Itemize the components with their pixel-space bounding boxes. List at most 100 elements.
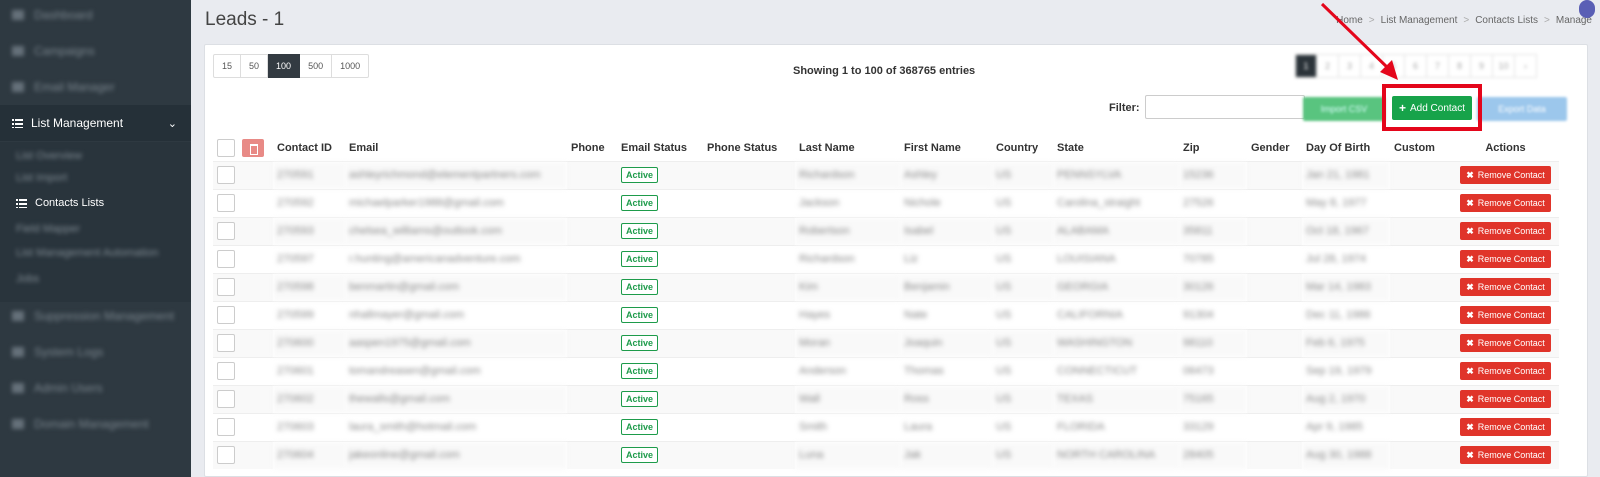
remove-contact-button[interactable]: ✖ Remove Contact: [1460, 446, 1551, 465]
country: US: [992, 160, 1053, 189]
remove-contact-button[interactable]: ✖ Remove Contact: [1460, 278, 1551, 296]
row-checkbox[interactable]: [217, 222, 235, 240]
sidebar-subitem-list-overview[interactable]: List Overview: [16, 146, 82, 166]
actions-cell: ✖ Remove Contact: [1452, 216, 1559, 245]
sidebar-item-campaigns[interactable]: Campaigns: [0, 33, 191, 69]
page-size-100[interactable]: 100: [268, 54, 301, 78]
sidebar-subitem-jobs[interactable]: Jobs: [16, 269, 39, 289]
sidebar-item-system-logs[interactable]: System Logs: [0, 334, 191, 370]
first-name: Thomas: [900, 356, 992, 385]
breadcrumb-contacts-lists[interactable]: Contacts Lists: [1475, 15, 1538, 26]
sidebar-item-suppression[interactable]: Suppression Management: [0, 298, 191, 334]
column-header[interactable]: Day Of Birth: [1302, 135, 1390, 161]
row-checkbox[interactable]: [217, 278, 235, 296]
breadcrumb: Home > List Management > Contacts Lists > M…: [1336, 15, 1592, 26]
sidebar-subitem-contacts-lists[interactable]: Contacts Lists: [16, 193, 104, 213]
page-8[interactable]: 8: [1449, 54, 1471, 78]
page-next[interactable]: ›: [1515, 54, 1537, 78]
column-header[interactable]: Contact ID: [273, 135, 345, 161]
page-size-15[interactable]: 15: [213, 54, 242, 78]
page-6[interactable]: 6: [1405, 54, 1427, 78]
column-header[interactable]: Zip: [1179, 135, 1247, 161]
phone-status: [703, 300, 795, 329]
sidebar-item-domain[interactable]: Domain Management: [0, 406, 191, 442]
column-header[interactable]: Email Status: [617, 135, 703, 161]
phone: [567, 188, 617, 217]
day-of-birth: Sep 19, 1979: [1302, 356, 1390, 385]
page-size-500[interactable]: 500: [300, 54, 333, 78]
page-2[interactable]: 2: [1317, 54, 1339, 78]
filter-input[interactable]: [1145, 95, 1305, 119]
table-row: 270601 tomandreasen@gmail.com Active And…: [213, 356, 1559, 385]
sidebar-subitem-list-import[interactable]: List Import: [16, 168, 67, 188]
select-all-checkbox[interactable]: [217, 138, 235, 157]
day-of-birth: May 8, 1977: [1302, 188, 1390, 217]
row-checkbox[interactable]: [217, 418, 235, 436]
custom: [1390, 412, 1452, 441]
row-checkbox[interactable]: [217, 334, 235, 352]
row-checkbox[interactable]: [217, 390, 235, 408]
row-checkbox[interactable]: [217, 194, 235, 212]
close-icon: ✖: [1466, 253, 1474, 264]
row-checkbox[interactable]: [217, 250, 235, 268]
column-header[interactable]: First Name: [900, 135, 992, 161]
remove-contact-button[interactable]: ✖ Remove Contact: [1460, 418, 1551, 436]
row-checkbox[interactable]: [217, 362, 235, 380]
remove-contact-button[interactable]: ✖ Remove Contact: [1460, 166, 1551, 184]
column-header[interactable]: Country: [992, 135, 1053, 161]
remove-contact-button[interactable]: ✖ Remove Contact: [1460, 194, 1551, 212]
column-header[interactable]: Phone Status: [703, 135, 795, 161]
sidebar-item-list-management[interactable]: List Management ⌄: [0, 105, 191, 141]
export-data-button[interactable]: Export Data: [1477, 97, 1567, 121]
sidebar-item-email-manager[interactable]: Email Manager: [0, 69, 191, 105]
remove-contact-button[interactable]: ✖ Remove Contact: [1460, 390, 1551, 408]
page-10[interactable]: 10: [1493, 54, 1515, 78]
table-row: 270603 laura_smith@hotmail.com Active Sm…: [213, 412, 1559, 441]
page-size-selector: 15 50 100 500 1000: [213, 54, 370, 78]
page-size-1000[interactable]: 1000: [332, 54, 370, 78]
breadcrumb-list-management[interactable]: List Management: [1381, 15, 1458, 26]
remove-contact-button[interactable]: ✖ Remove Contact: [1460, 362, 1551, 380]
suppression-icon: [12, 311, 24, 321]
column-header[interactable]: Gender: [1247, 135, 1302, 161]
sidebar-item-dashboard[interactable]: Dashboard: [0, 0, 191, 33]
column-header[interactable]: State: [1053, 135, 1179, 161]
remove-contact-button[interactable]: ✖ Remove Contact: [1460, 334, 1551, 352]
breadcrumb-home[interactable]: Home: [1336, 15, 1363, 26]
column-header[interactable]: Last Name: [795, 135, 900, 161]
page-4[interactable]: 4: [1361, 54, 1383, 78]
avatar[interactable]: [1579, 0, 1595, 18]
email: thewalls@gmail.com: [345, 384, 567, 413]
page-5[interactable]: 5: [1383, 54, 1405, 78]
row-checkbox[interactable]: [217, 306, 235, 324]
remove-contact-button[interactable]: ✖ Remove Contact: [1460, 306, 1551, 324]
first-name: Nate: [900, 300, 992, 329]
row-checkbox[interactable]: [217, 446, 235, 465]
import-csv-button[interactable]: Import CSV: [1303, 97, 1385, 121]
bulk-delete-button[interactable]: [242, 138, 265, 157]
page-1[interactable]: 1: [1295, 54, 1317, 78]
zip: 15236: [1179, 160, 1247, 189]
page-9[interactable]: 9: [1471, 54, 1493, 78]
remove-contact-button[interactable]: ✖ Remove Contact: [1460, 222, 1551, 240]
page-size-50[interactable]: 50: [241, 54, 269, 78]
last-name: Jackson: [795, 188, 900, 217]
column-header[interactable]: Email: [345, 135, 567, 161]
contact-id: 270591: [273, 160, 345, 189]
sidebar-item-admin-users[interactable]: Admin Users: [0, 370, 191, 406]
state: FLORIDA: [1053, 412, 1179, 441]
remove-contact-button[interactable]: ✖ Remove Contact: [1460, 250, 1551, 268]
sidebar-subitem-field-mapper[interactable]: Field Mapper: [16, 219, 80, 239]
state: Carolina_straight: [1053, 188, 1179, 217]
country: US: [992, 384, 1053, 413]
sidebar-subitem-automation[interactable]: List Management Automation: [16, 243, 158, 263]
column-header[interactable]: Phone: [567, 135, 617, 161]
row-checkbox[interactable]: [217, 166, 235, 184]
email-status-cell: Active: [617, 272, 703, 301]
column-header[interactable]: Custom: [1390, 135, 1452, 161]
page-7[interactable]: 7: [1427, 54, 1449, 78]
page-3[interactable]: 3: [1339, 54, 1361, 78]
country: US: [992, 188, 1053, 217]
phone-status: [703, 272, 795, 301]
email: aaspen1975@gmail.com: [345, 328, 567, 357]
